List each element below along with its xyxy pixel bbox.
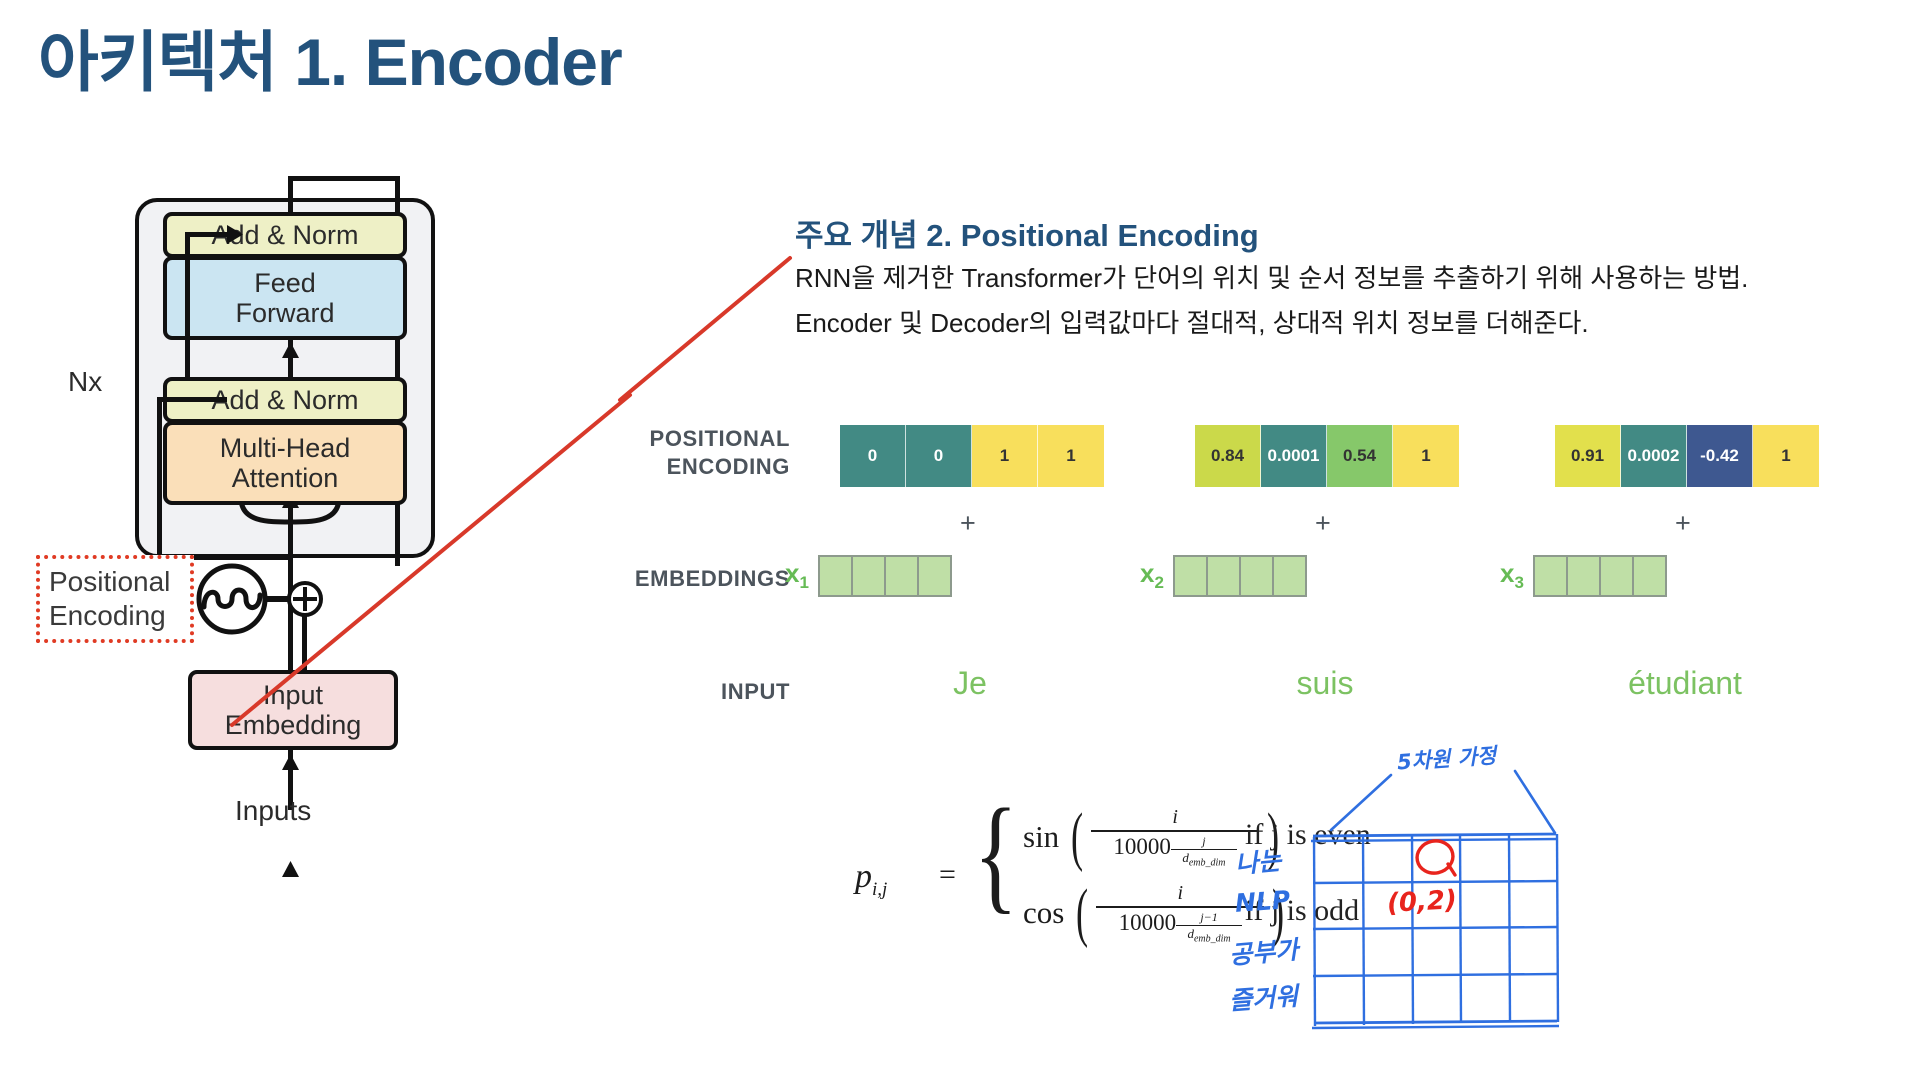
concept-description-line-1: RNN을 제거한 Transformer가 단어의 위치 및 순서 정보를 추출…: [795, 263, 1749, 293]
formula-equals: =: [939, 858, 956, 891]
pe-cell: 1: [972, 425, 1038, 487]
mha-residual-horizontal-top: [157, 397, 227, 402]
embedding-cells: [1532, 555, 1667, 597]
mha-residual-vertical: [157, 400, 162, 560]
row-label-pe-line1: POSITIONAL: [649, 426, 790, 451]
concept-description-line-2: Encoder 및 Decoder의 입력값마다 절대적, 상대적 위치 정보를…: [795, 308, 1589, 338]
handwritten-annotation: 5차원 가정 나는 NLP 공부가 즐거워 (0,2): [1215, 735, 1635, 1055]
feed-forward-label-line1: Feed: [254, 267, 316, 298]
plus-sign-3: +: [1675, 508, 1691, 538]
embedding-cell: [1273, 557, 1305, 595]
multi-head-attention-label-line2: Attention: [231, 463, 339, 493]
positional-encoding-row-2: 0.84 0.0001 0.54 1: [1195, 425, 1459, 487]
positional-encoding-callout-line1: Positional: [49, 566, 171, 598]
input-word-2: suis: [1296, 665, 1354, 701]
embedding-cell: [1567, 557, 1601, 595]
inputs-label: Inputs: [235, 795, 312, 826]
multi-head-attention-box: Multi-Head Attention: [163, 421, 407, 505]
formula-lhs: pi,j: [855, 858, 888, 900]
plus-sign-2: +: [1315, 508, 1331, 538]
add-norm-bottom-label: Add & Norm: [211, 384, 359, 415]
row-label-embeddings: EMBEDDINGS: [634, 566, 790, 591]
input-embedding-label-line2: Embedding: [224, 710, 362, 740]
input-word-1: Je: [953, 665, 987, 701]
embedding-cell: [1633, 557, 1665, 595]
concept-heading: 주요 개념 2. Positional Encoding: [795, 218, 1259, 253]
sine-wave-icon: [196, 563, 323, 635]
pe-cell: 1: [1753, 425, 1819, 487]
pe-cell: 0.54: [1327, 425, 1393, 487]
row-label-input: INPUT: [721, 679, 790, 704]
page-title: 아키텍처 1. Encoder: [38, 25, 623, 99]
embedding-row-1: x1: [785, 555, 952, 597]
formula-even-function: sin: [1023, 819, 1060, 855]
formula-even-paren-open: (: [1071, 800, 1084, 874]
input-embedding-label-line1: Input: [262, 679, 324, 710]
pe-cell: 0: [840, 425, 906, 487]
feed-forward-box: Feed Forward: [163, 256, 407, 340]
formula-brace: {: [973, 783, 1018, 925]
positional-encoding-row-1: 0011: [840, 425, 1104, 487]
formula-even-numerator: i: [1172, 806, 1178, 828]
pe-cell: 0.0001: [1261, 425, 1327, 487]
multi-head-attention-label-line1: Multi-Head: [219, 432, 351, 463]
ff-residual-horizontal-top: [185, 232, 227, 237]
embedding-cell: [1600, 557, 1634, 595]
pe-cell: 1: [1038, 425, 1104, 487]
handwritten-row-label-1: NLP: [1234, 885, 1292, 918]
embedding-cells: [1172, 555, 1307, 597]
embedding-cell: [819, 557, 853, 595]
handwritten-row-label-2: 공부가: [1227, 935, 1300, 970]
pe-cell: 0: [906, 425, 972, 487]
positional-encoding-callout-line2: Encoding: [49, 600, 166, 631]
embedding-cell: [918, 557, 950, 595]
embedding-row-2: x2: [1140, 555, 1307, 597]
embedding-row-3: x3: [1500, 555, 1667, 597]
nx-repeat-label: Nx: [68, 366, 103, 397]
plus-sign-1: +: [960, 508, 976, 538]
embedding-cell: [852, 557, 886, 595]
embedding-cell: [885, 557, 919, 595]
embedding-cell: [1534, 557, 1568, 595]
embedding-vector-label: x3: [1500, 558, 1524, 593]
pe-cell: 1: [1393, 425, 1459, 487]
handwritten-red-coordinate: (0,2): [1386, 885, 1458, 919]
row-label-positional-encoding: POSITIONAL ENCODING: [610, 425, 790, 480]
transformer-encoder-diagram: Add & Norm Feed Forward Add & Norm Multi…: [30, 170, 550, 980]
embedding-cell: [1240, 557, 1274, 595]
embedding-cell: [1207, 557, 1241, 595]
embedding-cell: [1174, 557, 1208, 595]
ff-residual-vertical: [185, 236, 190, 391]
positional-encoding-callout[interactable]: Positional Encoding: [36, 555, 194, 643]
pe-cell: 0.91: [1555, 425, 1621, 487]
add-norm-top-label: Add & Norm: [211, 219, 359, 250]
pe-cell: -0.42: [1687, 425, 1753, 487]
handwritten-row-label-3: 즐거워: [1228, 981, 1300, 1016]
pe-cell: 0.0002: [1621, 425, 1687, 487]
residual-wire-outer-top: [288, 176, 400, 181]
embedding-vector-label: x2: [1140, 558, 1164, 593]
formula-odd-numerator: i: [1177, 882, 1184, 904]
embedding-cells: [817, 555, 952, 597]
row-label-pe-line2: ENCODING: [666, 453, 790, 479]
embedding-to-plus-wire: [302, 614, 307, 672]
embedding-vector-label: x1: [785, 558, 809, 593]
handwritten-row-label-0: 나는: [1233, 846, 1283, 879]
pe-cell: 0.84: [1195, 425, 1261, 487]
formula-odd-function: cos: [1023, 895, 1065, 931]
feed-forward-label-line2: Forward: [235, 298, 335, 328]
formula-odd-paren-open: (: [1076, 876, 1089, 950]
positional-encoding-row-3: 0.91 0.0002 -0.42 1: [1555, 425, 1819, 487]
input-word-3: étudiant: [1628, 665, 1742, 701]
input-embedding-box: Input Embedding: [188, 670, 398, 750]
